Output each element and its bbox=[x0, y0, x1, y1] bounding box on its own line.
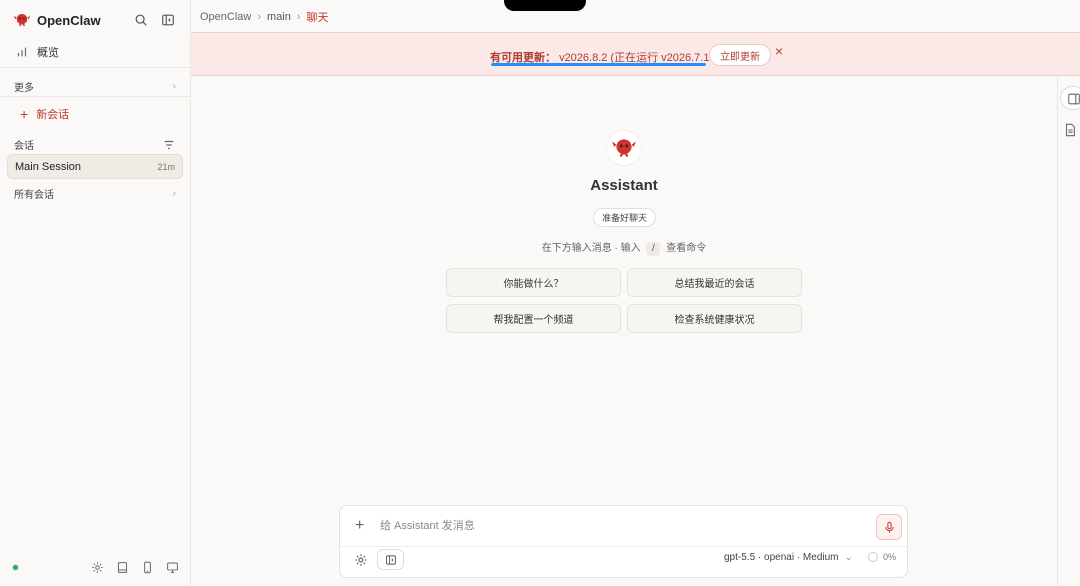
session-title: Main Session bbox=[15, 160, 82, 173]
side-panel-button[interactable] bbox=[377, 549, 404, 570]
settings-icon[interactable] bbox=[353, 552, 368, 567]
context-usage-value: 0% bbox=[883, 552, 897, 562]
breadcrumb-separator: › bbox=[296, 11, 301, 23]
mobile-icon[interactable] bbox=[140, 560, 155, 575]
close-icon[interactable]: × bbox=[775, 44, 783, 58]
microphone-icon bbox=[884, 521, 894, 533]
context-ring-icon bbox=[868, 552, 878, 562]
connection-status-dot bbox=[12, 564, 19, 571]
suggestion-chip[interactable]: 帮我配置一个频道 bbox=[446, 304, 621, 333]
new-chat-label: 新会话 bbox=[36, 109, 70, 121]
collapse-sidebar-icon[interactable] bbox=[160, 12, 175, 27]
breadcrumb-agent[interactable]: main bbox=[267, 11, 291, 23]
breadcrumb-current: 聊天 bbox=[306, 12, 329, 24]
divider bbox=[0, 67, 191, 68]
hint-text-before: 在下方输入消息 · 输入 bbox=[541, 243, 641, 254]
assistant-name: Assistant bbox=[590, 177, 658, 194]
sessions-header: 会话 bbox=[14, 137, 176, 152]
message-input[interactable] bbox=[380, 518, 860, 534]
search-icon[interactable] bbox=[133, 12, 148, 27]
right-panel-strip bbox=[1057, 76, 1080, 586]
hint-key: / bbox=[646, 242, 661, 256]
more-label: 更多 bbox=[14, 83, 34, 94]
chevron-right-icon: › bbox=[172, 81, 176, 92]
breadcrumb-separator: › bbox=[257, 11, 262, 23]
openclaw-logo-icon bbox=[13, 11, 31, 29]
model-label: gpt-5.5 · openai · Medium bbox=[724, 552, 839, 563]
suggestion-chip[interactable]: 你能做什么？ bbox=[446, 268, 621, 297]
chevron-right-icon: › bbox=[172, 188, 176, 199]
all-sessions-label: 所有会话 bbox=[14, 190, 54, 201]
suggestion-chip[interactable]: 检查系统健康状况 bbox=[627, 304, 802, 333]
breadcrumb-root[interactable]: OpenClaw bbox=[200, 11, 251, 23]
attach-plus-icon[interactable]: + bbox=[355, 517, 364, 535]
suggestion-chip[interactable]: 总结我最近的会话 bbox=[627, 268, 802, 297]
session-age: 21m bbox=[157, 161, 175, 172]
breadcrumb: OpenClaw › main › 聊天 bbox=[200, 9, 329, 25]
topbar: OpenClaw › main › 聊天 bbox=[191, 0, 1080, 32]
nav-overview[interactable]: 概览 bbox=[14, 44, 59, 60]
model-selector[interactable]: gpt-5.5 · openai · Medium ⌄ bbox=[724, 552, 853, 563]
update-banner: 有可用更新： v2026.8.2 (正在运行 v2026.7.1-2). 立即更… bbox=[191, 32, 1080, 76]
session-item-main[interactable]: Main Session 21m bbox=[7, 154, 183, 179]
brand[interactable]: OpenClaw bbox=[13, 11, 101, 29]
update-now-button[interactable]: 立即更新 bbox=[709, 44, 771, 66]
status-badge: 准备好聊天 bbox=[593, 208, 657, 227]
app-name: OpenClaw bbox=[37, 12, 101, 28]
chevron-down-icon: ⌄ bbox=[844, 552, 853, 563]
all-sessions-link[interactable]: 所有会话 › bbox=[14, 186, 176, 201]
bar-chart-icon bbox=[14, 45, 29, 60]
hint-text-after: 查看命令 bbox=[666, 243, 707, 254]
update-progress-bar bbox=[491, 63, 706, 66]
more-section[interactable]: 更多 › bbox=[14, 79, 176, 94]
input-hint: 在下方输入消息 · 输入 / 查看命令 bbox=[523, 239, 725, 256]
nav-overview-label: 概览 bbox=[37, 47, 59, 59]
filter-icon[interactable] bbox=[161, 137, 176, 152]
openclaw-logo-icon bbox=[612, 139, 636, 157]
panel-toggle-icon[interactable] bbox=[1066, 91, 1080, 106]
settings-icon[interactable] bbox=[90, 560, 105, 575]
side-panel-icon bbox=[385, 554, 396, 565]
camera-notch bbox=[504, 0, 586, 11]
sessions-label: 会话 bbox=[14, 141, 34, 152]
sidebar: OpenClaw 概览 更多 › + 新会话 会话 Main Session 2… bbox=[0, 0, 191, 586]
plus-icon: + bbox=[20, 106, 29, 122]
new-chat-button[interactable]: + 新会话 bbox=[20, 106, 69, 122]
context-usage: 0% bbox=[868, 552, 896, 562]
update-progress-fill bbox=[491, 63, 706, 66]
assistant-avatar bbox=[606, 130, 642, 166]
composer-divider bbox=[340, 546, 907, 547]
desktop-icon[interactable] bbox=[165, 560, 180, 575]
divider bbox=[0, 96, 191, 97]
microphone-button[interactable] bbox=[876, 514, 902, 540]
composer: + gpt-5.5 · openai · Medium ⌄ 0% bbox=[339, 505, 908, 578]
book-icon[interactable] bbox=[115, 560, 130, 575]
document-icon[interactable] bbox=[1062, 122, 1077, 137]
